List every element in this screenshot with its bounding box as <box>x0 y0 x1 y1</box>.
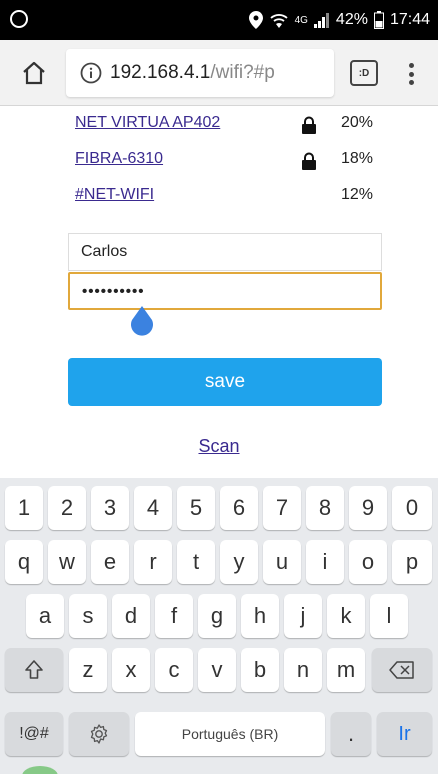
lock-icon <box>301 152 317 170</box>
key-7[interactable]: 7 <box>263 486 301 530</box>
key-8[interactable]: 8 <box>306 486 344 530</box>
scan-link[interactable]: Scan <box>0 436 438 457</box>
key-l[interactable]: l <box>370 594 408 638</box>
signal-strength: 18% <box>341 150 374 167</box>
network-row: #NET-WIFI 12% <box>75 186 385 210</box>
signal-strength: 20% <box>341 114 374 131</box>
key-9[interactable]: 9 <box>349 486 387 530</box>
browser-toolbar: 192.168.4.1/wifi?#p :D <box>0 40 438 106</box>
status-indicators: 4G 42% 17:44 <box>248 9 430 31</box>
gear-icon <box>90 724 108 744</box>
key-e[interactable]: e <box>91 540 129 584</box>
info-icon[interactable] <box>80 62 102 84</box>
key-g[interactable]: g <box>198 594 236 638</box>
soft-keyboard: 1 2 3 4 5 6 7 8 9 0 q w e r t y u i o p … <box>0 478 438 774</box>
key-i[interactable]: i <box>306 540 344 584</box>
key-y[interactable]: y <box>220 540 258 584</box>
backspace-key[interactable] <box>372 648 432 692</box>
key-f[interactable]: f <box>155 594 193 638</box>
network-link[interactable]: FIBRA-6310 <box>75 150 163 168</box>
key-h[interactable]: h <box>241 594 279 638</box>
space-key[interactable]: Português (BR) <box>135 712 325 756</box>
key-c[interactable]: c <box>155 648 193 692</box>
status-bar: 4G 42% 17:44 <box>0 0 438 40</box>
key-d[interactable]: d <box>112 594 150 638</box>
overflow-menu-icon[interactable] <box>403 60 419 88</box>
battery-icon <box>373 11 384 29</box>
shift-icon <box>25 660 43 679</box>
key-p[interactable]: p <box>392 540 432 584</box>
location-icon <box>248 11 263 29</box>
home-icon[interactable] <box>20 59 48 87</box>
key-3[interactable]: 3 <box>91 486 129 530</box>
key-6[interactable]: 6 <box>220 486 258 530</box>
ssid-input[interactable]: Carlos <box>68 233 382 271</box>
network-row: NET VIRTUA AP402 20% <box>75 114 385 138</box>
lock-icon <box>301 116 317 134</box>
key-t[interactable]: t <box>177 540 215 584</box>
key-j[interactable]: j <box>284 594 322 638</box>
settings-key[interactable] <box>69 712 129 756</box>
key-n[interactable]: n <box>284 648 322 692</box>
network-link[interactable]: #NET-WIFI <box>75 186 154 204</box>
notification-circle-icon <box>10 10 28 28</box>
network-type-label: 4G <box>294 14 308 26</box>
key-m[interactable]: m <box>327 648 365 692</box>
key-z[interactable]: z <box>69 648 107 692</box>
network-link[interactable]: NET VIRTUA AP402 <box>75 114 220 132</box>
go-key[interactable]: Ir <box>377 712 432 756</box>
signal-strength: 12% <box>341 186 374 203</box>
period-key[interactable]: . <box>331 712 371 756</box>
signal-icon <box>313 12 330 28</box>
key-w[interactable]: w <box>48 540 86 584</box>
key-4[interactable]: 4 <box>134 486 172 530</box>
key-u[interactable]: u <box>263 540 301 584</box>
save-button[interactable]: save <box>68 358 382 406</box>
key-v[interactable]: v <box>198 648 236 692</box>
password-input[interactable]: •••••••••• <box>68 272 382 310</box>
url-host: 192.168.4.1 <box>110 62 211 83</box>
key-r[interactable]: r <box>134 540 172 584</box>
key-o[interactable]: o <box>349 540 387 584</box>
key-b[interactable]: b <box>241 648 279 692</box>
url-path: /wifi?#p <box>210 62 275 83</box>
tab-switcher-button[interactable]: :D <box>350 60 378 86</box>
key-5[interactable]: 5 <box>177 486 215 530</box>
key-q[interactable]: q <box>5 540 43 584</box>
battery-percent: 42% <box>335 11 368 28</box>
shift-key[interactable] <box>5 648 63 692</box>
clock: 17:44 <box>389 11 430 28</box>
key-0[interactable]: 0 <box>392 486 432 530</box>
key-a[interactable]: a <box>26 594 64 638</box>
text-cursor-handle-icon[interactable] <box>130 306 154 336</box>
key-1[interactable]: 1 <box>5 486 43 530</box>
key-s[interactable]: s <box>69 594 107 638</box>
key-k[interactable]: k <box>327 594 365 638</box>
backspace-icon <box>389 661 414 679</box>
symbols-key[interactable]: !@# <box>5 712 63 756</box>
address-bar[interactable]: 192.168.4.1/wifi?#p <box>66 49 334 97</box>
key-2[interactable]: 2 <box>48 486 86 530</box>
key-x[interactable]: x <box>112 648 150 692</box>
network-row: FIBRA-6310 18% <box>75 150 385 174</box>
wifi-icon <box>269 12 289 28</box>
